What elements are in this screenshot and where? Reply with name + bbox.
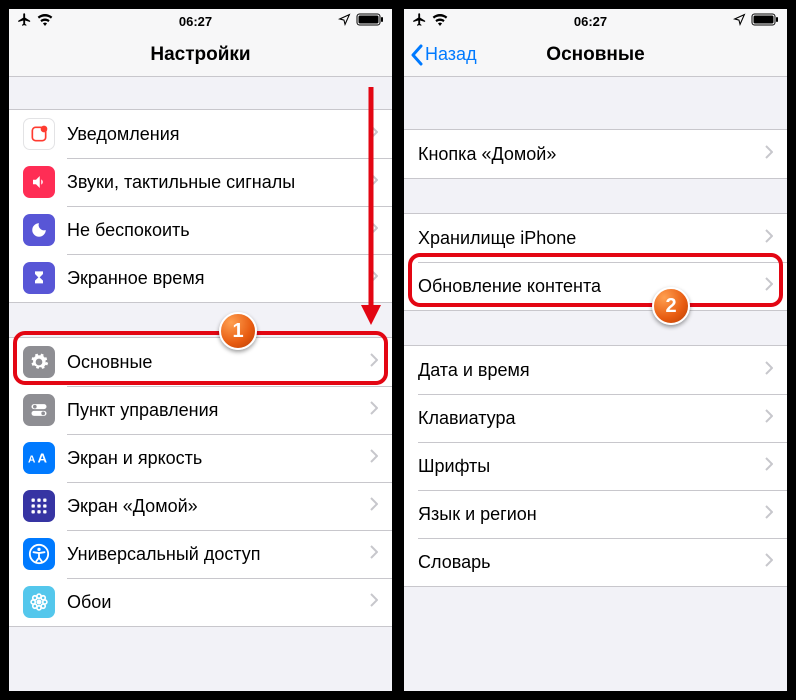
sounds-icon — [23, 166, 55, 198]
row-label: Дата и время — [418, 360, 765, 381]
back-label: Назад — [425, 44, 477, 65]
row-label: Уведомления — [67, 124, 370, 145]
row-label: Экранное время — [67, 268, 370, 289]
row-label: Язык и регион — [418, 504, 765, 525]
row-label: Словарь — [418, 552, 765, 573]
chevron-right-icon — [370, 449, 378, 468]
battery-icon — [356, 13, 384, 29]
airplane-icon — [17, 12, 32, 30]
airplane-icon — [412, 12, 427, 30]
svg-text:A: A — [28, 454, 36, 465]
row-display[interactable]: AA Экран и яркость — [9, 434, 392, 482]
phone-right: 06:27 Назад Основные Кнопка «Домой» Хран… — [401, 6, 790, 694]
chevron-right-icon — [765, 361, 773, 380]
wifi-icon — [432, 14, 448, 29]
general-group-1: Кнопка «Домой» — [404, 129, 787, 179]
chevron-right-icon — [370, 269, 378, 288]
wifi-icon — [37, 14, 53, 29]
row-wallpaper[interactable]: Обои — [9, 578, 392, 626]
row-label: Экран «Домой» — [67, 496, 370, 517]
chevron-right-icon — [370, 401, 378, 420]
chevron-right-icon — [765, 505, 773, 524]
status-time: 06:27 — [53, 14, 338, 29]
content-right: Кнопка «Домой» Хранилище iPhone Обновлен… — [404, 129, 787, 587]
chevron-right-icon — [765, 277, 773, 296]
status-bar: 06:27 — [404, 9, 787, 33]
svg-text:A: A — [38, 450, 48, 465]
row-label: Обои — [67, 592, 370, 613]
row-label: Основные — [67, 352, 370, 373]
row-dictionary[interactable]: Словарь — [404, 538, 787, 586]
row-label: Кнопка «Домой» — [418, 144, 765, 165]
row-language[interactable]: Язык и регион — [404, 490, 787, 538]
chevron-right-icon — [765, 229, 773, 248]
grid-icon — [23, 490, 55, 522]
chevron-right-icon — [765, 145, 773, 164]
content-left: Уведомления Звуки, тактильные сигналы Не… — [9, 109, 392, 627]
location-icon — [733, 13, 746, 29]
row-general[interactable]: Основные — [9, 338, 392, 386]
chevron-right-icon — [370, 125, 378, 144]
chevron-right-icon — [765, 409, 773, 428]
row-datetime[interactable]: Дата и время — [404, 346, 787, 394]
row-screentime[interactable]: Экранное время — [9, 254, 392, 302]
page-title: Настройки — [9, 44, 392, 66]
row-keyboard[interactable]: Клавиатура — [404, 394, 787, 442]
row-fonts[interactable]: Шрифты — [404, 442, 787, 490]
row-sounds[interactable]: Звуки, тактильные сигналы — [9, 158, 392, 206]
row-label: Не беспокоить — [67, 220, 370, 241]
status-bar: 06:27 — [9, 9, 392, 33]
phone-left: 06:27 Настройки Уведомления — [6, 6, 395, 694]
row-label: Клавиатура — [418, 408, 765, 429]
flower-icon — [23, 586, 55, 618]
chevron-right-icon — [765, 457, 773, 476]
general-group-2: Хранилище iPhone Обновление контента — [404, 213, 787, 311]
chevron-right-icon — [765, 553, 773, 572]
row-label: Звуки, тактильные сигналы — [67, 172, 370, 193]
notifications-icon — [23, 118, 55, 150]
row-accessibility[interactable]: Универсальный доступ — [9, 530, 392, 578]
chevron-right-icon — [370, 353, 378, 372]
general-group-3: Дата и время Клавиатура Шрифты Язык и ре… — [404, 345, 787, 587]
row-notifications[interactable]: Уведомления — [9, 110, 392, 158]
nav-header: Назад Основные — [404, 33, 787, 77]
row-label: Экран и яркость — [67, 448, 370, 469]
row-home-button[interactable]: Кнопка «Домой» — [404, 130, 787, 178]
chevron-right-icon — [370, 545, 378, 564]
chevron-right-icon — [370, 497, 378, 516]
row-label: Обновление контента — [418, 276, 765, 297]
row-dnd[interactable]: Не беспокоить — [9, 206, 392, 254]
accessibility-icon — [23, 538, 55, 570]
settings-group-2: Основные Пункт управления AA Экран и ярк… — [9, 337, 392, 627]
nav-header: Настройки — [9, 33, 392, 77]
row-storage[interactable]: Хранилище iPhone — [404, 214, 787, 262]
text-size-icon: AA — [23, 442, 55, 474]
back-button[interactable]: Назад — [404, 44, 477, 66]
chevron-right-icon — [370, 173, 378, 192]
settings-group-1: Уведомления Звуки, тактильные сигналы Не… — [9, 109, 392, 303]
row-label: Пункт управления — [67, 400, 370, 421]
status-time: 06:27 — [448, 14, 733, 29]
chevron-right-icon — [370, 593, 378, 612]
row-background-refresh[interactable]: Обновление контента — [404, 262, 787, 310]
row-controlcenter[interactable]: Пункт управления — [9, 386, 392, 434]
gear-icon — [23, 346, 55, 378]
switches-icon — [23, 394, 55, 426]
row-label: Хранилище iPhone — [418, 228, 765, 249]
row-label: Универсальный доступ — [67, 544, 370, 565]
hourglass-icon — [23, 262, 55, 294]
row-homescreen[interactable]: Экран «Домой» — [9, 482, 392, 530]
location-icon — [338, 13, 351, 29]
row-label: Шрифты — [418, 456, 765, 477]
moon-icon — [23, 214, 55, 246]
chevron-right-icon — [370, 221, 378, 240]
battery-icon — [751, 13, 779, 29]
